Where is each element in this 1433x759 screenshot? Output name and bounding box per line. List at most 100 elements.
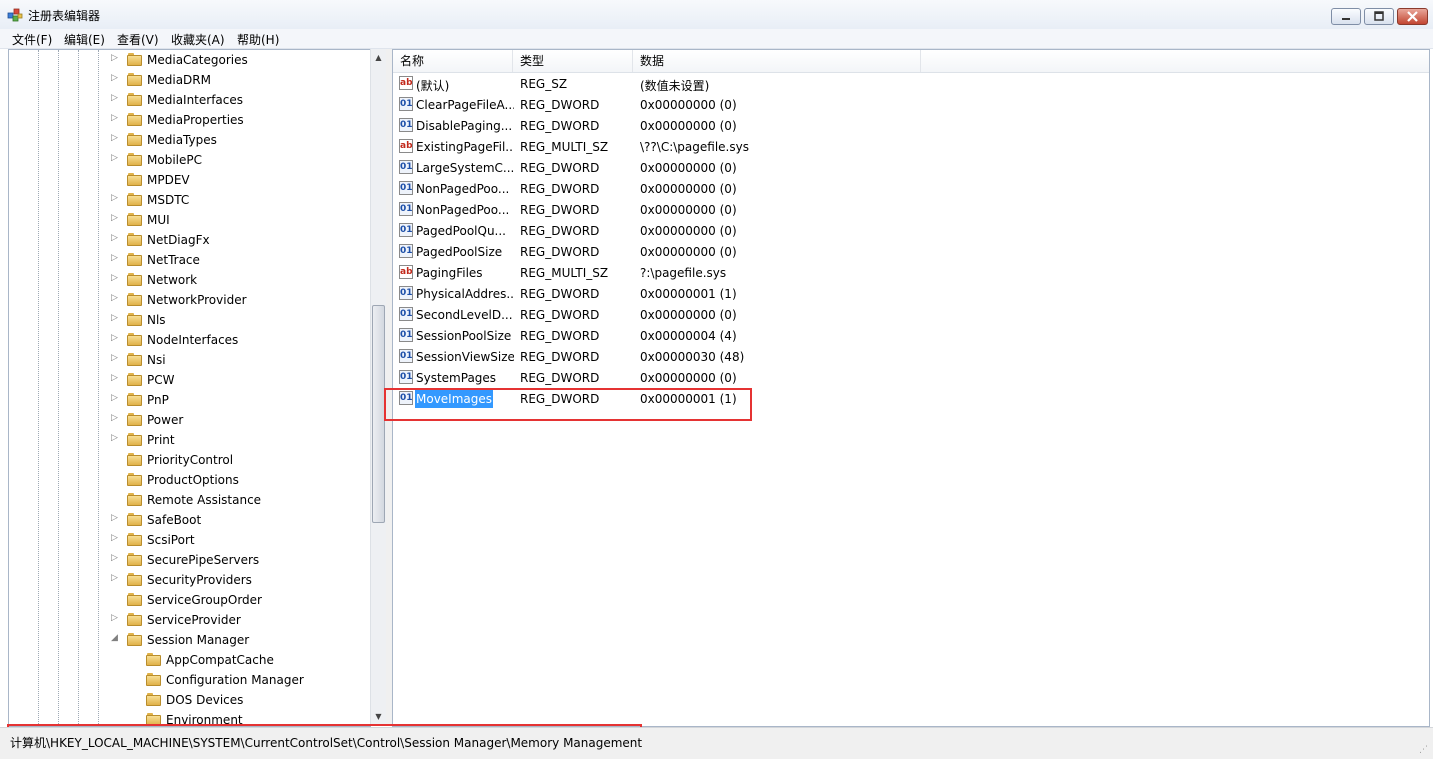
folder-icon (127, 553, 143, 566)
column-header-name[interactable]: 名称 (393, 50, 513, 72)
collapsed-arrow-icon[interactable]: ▷ (111, 373, 118, 383)
value-row[interactable]: 011ClearPageFileA... REG_DWORD 0x00000000 … (393, 95, 1429, 116)
value-row[interactable]: 011SessionViewSize REG_DWORD 0x00000030 (4… (393, 347, 1429, 368)
value-row[interactable]: 011PagedPoolSize REG_DWORD 0x00000000 (0) (393, 242, 1429, 263)
close-button[interactable] (1397, 8, 1428, 25)
collapsed-arrow-icon[interactable]: ▷ (111, 93, 118, 103)
value-data: 0x00000000 (0) (640, 245, 737, 259)
folder-icon (127, 453, 143, 466)
collapsed-arrow-icon[interactable]: ▷ (111, 433, 118, 443)
tree-item[interactable]: ▷ Print (9, 430, 370, 450)
value-row[interactable]: 011SecondLevelD... REG_DWORD 0x00000000 (0… (393, 305, 1429, 326)
value-row[interactable]: ab (默认) REG_SZ (数值未设置) (393, 74, 1429, 95)
tree-item[interactable]: ▷ Network (9, 270, 370, 290)
tree-item[interactable]: ▷ ScsiPort (9, 530, 370, 550)
collapsed-arrow-icon[interactable]: ▷ (111, 273, 118, 283)
value-row[interactable]: 011DisablePaging... REG_DWORD 0x00000000 (… (393, 116, 1429, 137)
collapsed-arrow-icon[interactable]: ▷ (111, 393, 118, 403)
value-row[interactable]: 011LargeSystemC... REG_DWORD 0x00000000 (0… (393, 158, 1429, 179)
menu-edit[interactable]: 编辑(E) (64, 31, 105, 48)
tree-item[interactable]: ▷ MediaDRM (9, 70, 370, 90)
binary-value-icon: 011 (399, 286, 413, 300)
collapsed-arrow-icon[interactable]: ▷ (111, 73, 118, 83)
collapsed-arrow-icon[interactable]: ▷ (111, 553, 118, 563)
tree-item[interactable]: ▷ NodeInterfaces (9, 330, 370, 350)
menu-help[interactable]: 帮助(H) (237, 31, 279, 48)
binary-value-icon: 011 (399, 181, 413, 195)
tree-item[interactable]: PriorityControl (9, 450, 370, 470)
value-row[interactable]: 011PhysicalAddres... REG_DWORD 0x00000001 … (393, 284, 1429, 305)
value-data: 0x00000000 (0) (640, 371, 737, 385)
scroll-up-arrow-icon[interactable]: ▲ (371, 49, 386, 66)
column-header-data[interactable]: 数据 (633, 50, 921, 72)
value-row[interactable]: 011SystemPages REG_DWORD 0x00000000 (0) (393, 368, 1429, 389)
collapsed-arrow-icon[interactable]: ▷ (111, 313, 118, 323)
tree-item[interactable]: ▷ Nsi (9, 350, 370, 370)
column-header-type[interactable]: 类型 (513, 50, 633, 72)
scroll-down-arrow-icon[interactable]: ▼ (371, 708, 386, 725)
tree-item[interactable]: ▷ SecurePipeServers (9, 550, 370, 570)
expanded-arrow-icon[interactable]: ◢ (111, 633, 118, 643)
value-row[interactable]: ab PagingFiles REG_MULTI_SZ ?:\pagefile.sys (393, 263, 1429, 284)
tree-item[interactable]: ▷ Nls (9, 310, 370, 330)
tree-item[interactable]: Configuration Manager (9, 670, 370, 690)
menu-view[interactable]: 查看(V) (117, 31, 159, 48)
collapsed-arrow-icon[interactable]: ▷ (111, 533, 118, 543)
tree-item[interactable]: ▷ PnP (9, 390, 370, 410)
title-bar: 注册表编辑器 (0, 0, 1433, 29)
collapsed-arrow-icon[interactable]: ▷ (111, 133, 118, 143)
tree-item[interactable]: ◢ Session Manager (9, 630, 370, 650)
value-row[interactable]: 011NonPagedPoo... REG_DWORD 0x00000000 (0) (393, 179, 1429, 200)
collapsed-arrow-icon[interactable]: ▷ (111, 213, 118, 223)
tree-item[interactable]: ▷ Power (9, 410, 370, 430)
folder-icon (127, 213, 143, 226)
tree-item[interactable]: AppCompatCache (9, 650, 370, 670)
tree-item[interactable]: ProductOptions (9, 470, 370, 490)
collapsed-arrow-icon[interactable]: ▷ (111, 253, 118, 263)
tree-item-label: ProductOptions (147, 473, 239, 487)
collapsed-arrow-icon[interactable]: ▷ (111, 573, 118, 583)
tree-item[interactable]: ▷ MSDTC (9, 190, 370, 210)
minimize-button[interactable] (1331, 8, 1361, 25)
value-row[interactable]: 011SessionPoolSize REG_DWORD 0x00000004 (4… (393, 326, 1429, 347)
collapsed-arrow-icon[interactable]: ▷ (111, 413, 118, 423)
collapsed-arrow-icon[interactable]: ▷ (111, 513, 118, 523)
tree-item[interactable]: MPDEV (9, 170, 370, 190)
tree-item[interactable]: ▷ MediaTypes (9, 130, 370, 150)
collapsed-arrow-icon[interactable]: ▷ (111, 353, 118, 363)
folder-icon (127, 413, 143, 426)
value-row[interactable]: 011NonPagedPoo... REG_DWORD 0x00000000 (0) (393, 200, 1429, 221)
registry-tree[interactable]: ▷ MediaCategories ▷ MediaDRM ▷ MediaInterface… (8, 49, 371, 727)
tree-item[interactable]: ▷ SafeBoot (9, 510, 370, 530)
collapsed-arrow-icon[interactable]: ▷ (111, 293, 118, 303)
collapsed-arrow-icon[interactable]: ▷ (111, 333, 118, 343)
menu-file[interactable]: 文件(F) (12, 31, 52, 48)
maximize-button[interactable] (1364, 8, 1394, 25)
value-row[interactable]: 011PagedPoolQu... REG_DWORD 0x00000000 (0) (393, 221, 1429, 242)
collapsed-arrow-icon[interactable]: ▷ (111, 193, 118, 203)
tree-item[interactable]: ▷ PCW (9, 370, 370, 390)
collapsed-arrow-icon[interactable]: ▷ (111, 153, 118, 163)
tree-item[interactable]: ▷ MediaProperties (9, 110, 370, 130)
collapsed-arrow-icon[interactable]: ▷ (111, 113, 118, 123)
tree-scrollbar[interactable]: ▲ ▼ (370, 49, 386, 725)
tree-item[interactable]: ▷ MediaCategories (9, 50, 370, 70)
tree-item[interactable]: Remote Assistance (9, 490, 370, 510)
tree-item[interactable]: ▷ MUI (9, 210, 370, 230)
resize-grip-icon[interactable]: ⋰ (1419, 745, 1429, 755)
tree-item[interactable]: ▷ NetDiagFx (9, 230, 370, 250)
collapsed-arrow-icon[interactable]: ▷ (111, 613, 118, 623)
tree-item[interactable]: ▷ ServiceProvider (9, 610, 370, 630)
tree-item[interactable]: DOS Devices (9, 690, 370, 710)
tree-item[interactable]: ▷ MobilePC (9, 150, 370, 170)
value-row[interactable]: ab ExistingPageFil... REG_MULTI_SZ \??\C:\p… (393, 137, 1429, 158)
binary-value-icon: 011 (399, 223, 413, 237)
menu-favorites[interactable]: 收藏夹(A) (171, 31, 225, 48)
collapsed-arrow-icon[interactable]: ▷ (111, 53, 118, 63)
tree-item[interactable]: ▷ SecurityProviders (9, 570, 370, 590)
tree-item[interactable]: ▷ NetTrace (9, 250, 370, 270)
tree-item[interactable]: ▷ NetworkProvider (9, 290, 370, 310)
tree-item[interactable]: ServiceGroupOrder (9, 590, 370, 610)
tree-item[interactable]: ▷ MediaInterfaces (9, 90, 370, 110)
collapsed-arrow-icon[interactable]: ▷ (111, 233, 118, 243)
